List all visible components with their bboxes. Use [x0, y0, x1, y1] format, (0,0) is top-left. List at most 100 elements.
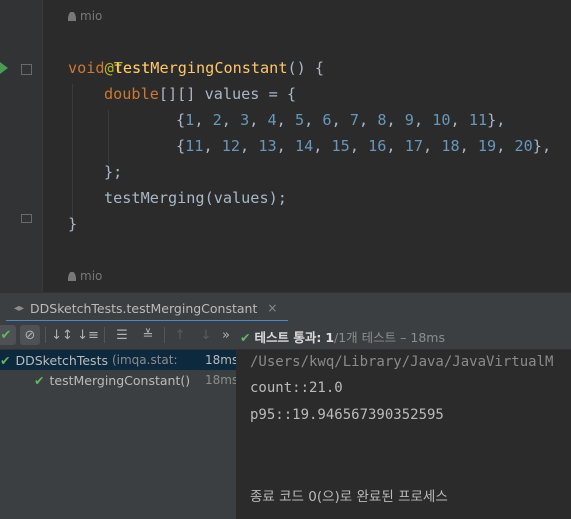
comma: ,	[240, 137, 259, 155]
more-actions-button[interactable]: »	[216, 325, 236, 345]
user-icon	[68, 12, 76, 21]
collapse-all-icon: ≚	[142, 327, 154, 343]
method-signature-tail: () {	[287, 59, 325, 77]
code-line-close-method: }	[68, 211, 77, 237]
check-icon: ✔	[0, 327, 12, 343]
comma: ,	[459, 137, 478, 155]
console-line: count::21.0	[250, 380, 343, 396]
run-tab-bar: ◂▸ DDSketchTests.testMergingConstant ×	[0, 292, 571, 322]
comma: ,	[386, 111, 405, 129]
ignored-icon: ⊘	[24, 327, 36, 343]
number-literal: 12	[221, 137, 241, 155]
number-literal: 4	[267, 111, 277, 129]
comma: ,	[194, 111, 213, 129]
status-total: /1개 테스트	[334, 330, 397, 345]
sort-alpha-icon: ↓↕	[51, 327, 73, 343]
status-count: 1	[325, 330, 335, 345]
code-line-decl: double[][] values = {	[104, 81, 296, 107]
number-literal: 9	[404, 111, 414, 129]
pass-check-icon: ✔	[240, 330, 251, 345]
run-tab-title: DDSketchTests.testMergingConstant	[30, 300, 258, 316]
number-literal: 15	[331, 137, 350, 155]
comma: ,	[221, 111, 241, 129]
prev-failed-button[interactable]: ↑	[170, 325, 190, 345]
indent-guide	[108, 110, 109, 164]
brace: {	[176, 137, 186, 155]
row2-values: 11, 12, 13, 14, 15, 16, 17, 18, 19, 20	[185, 137, 533, 155]
close-icon[interactable]: ×	[267, 301, 277, 315]
tree-root-row[interactable]: ✔ DDSketchTests (imqa.stat: 18ms	[0, 350, 239, 370]
show-ignored-toggle[interactable]: ⊘	[20, 325, 40, 345]
comma: ,	[413, 111, 433, 129]
comma: ,	[203, 137, 222, 155]
call-args: (values);	[204, 189, 287, 207]
code-line-row1: {1, 2, 3, 4, 5, 6, 7, 8, 9, 10, 11},	[176, 107, 505, 133]
pass-check-icon: ✔	[34, 372, 45, 388]
number-literal: 10	[432, 111, 451, 129]
decl-rest: [][] values = {	[158, 85, 297, 103]
expand-all-button[interactable]: ☰	[112, 325, 132, 345]
sort-alpha-button[interactable]: ↓↕	[51, 325, 73, 345]
next-failed-button[interactable]: ↓	[196, 325, 216, 345]
number-literal: 5	[294, 111, 305, 129]
expand-all-icon: ☰	[116, 327, 128, 343]
code-line-row2: {11, 12, 13, 14, 15, 16, 17, 18, 19, 20}…	[176, 133, 551, 159]
sort-duration-button[interactable]: ↓≡	[77, 325, 99, 345]
arrow-up-icon: ↑	[174, 327, 186, 343]
comma: ,	[496, 137, 515, 155]
call-name: testMerging	[104, 189, 205, 207]
close-array: };	[104, 163, 123, 181]
tree-child-row[interactable]: ✔ testMergingConstant() 18ms	[0, 370, 238, 390]
code-line-call: testMerging(values);	[104, 185, 287, 211]
status-label: 테스트 통과:	[254, 330, 322, 345]
number-literal: 2	[212, 111, 222, 129]
collapse-all-button[interactable]: ≚	[138, 325, 158, 345]
number-literal: 1	[185, 111, 195, 129]
number-literal: 19	[477, 137, 497, 155]
number-literal: 7	[349, 111, 360, 129]
number-literal: 13	[258, 137, 277, 155]
gutter-divider	[42, 0, 43, 292]
keyword: void	[68, 59, 105, 77]
code-line-method: void testMergingConstant() {	[68, 55, 324, 81]
console-output[interactable]: /Users/kwq/Library/Java/JavaVirtualM cou…	[237, 350, 571, 519]
run-tab[interactable]: ◂▸ DDSketchTests.testMergingConstant ×	[14, 297, 277, 319]
number-literal: 17	[404, 137, 424, 155]
author-hint[interactable]: mio	[68, 269, 102, 283]
arrow-down-icon: ↓	[200, 327, 212, 343]
show-passed-toggle[interactable]: ✔	[0, 325, 16, 345]
console-exit-message: 종료 코드 0(으)로 완료된 프로세스	[250, 489, 448, 505]
test-status: ✔ 테스트 통과: 1/1개 테스트 – 18ms	[240, 327, 445, 346]
row1-values: 1, 2, 3, 4, 5, 6, 7, 8, 9, 10, 11	[185, 111, 487, 129]
toolbar-separator	[45, 327, 46, 343]
tree-child-label: testMergingConstant()	[49, 372, 191, 388]
type-keyword: double	[104, 85, 159, 103]
sort-duration-icon: ↓≡	[77, 327, 99, 343]
number-literal: 20	[514, 137, 533, 155]
status-time: – 18ms	[400, 330, 445, 345]
editor-gutter	[0, 0, 42, 292]
fold-marker-icon[interactable]	[21, 64, 32, 75]
code-editor[interactable]: mio @Test void testMergingConstant() { d…	[0, 0, 571, 292]
tree-root-label: DDSketchTests	[15, 352, 108, 368]
number-literal: 18	[441, 137, 460, 155]
toolbar-separator	[164, 327, 165, 343]
fold-end-icon[interactable]	[21, 214, 32, 223]
author-hint[interactable]: mio	[68, 9, 102, 23]
chevron-double-right-icon: »	[222, 327, 230, 343]
diamond-arrows-icon: ◂▸	[14, 302, 25, 314]
console-line: p95::19.946567390352595	[250, 407, 444, 423]
number-literal: 6	[322, 111, 332, 129]
code-line-close-array: };	[104, 159, 122, 185]
toolbar-separator	[104, 327, 105, 343]
number-literal: 14	[294, 137, 314, 155]
test-toolbar: ✔ ⊘ ↓↕ ↓≡ ☰ ≚ ↑ ↓ » ✔ 테스트 통과: 1/1개 테스트 –…	[0, 321, 571, 350]
comma: ,	[359, 111, 378, 129]
console-java-path: /Users/kwq/Library/Java/JavaVirtualM	[250, 354, 554, 370]
pass-check-icon: ✔	[0, 352, 11, 368]
comma: ,	[349, 137, 369, 155]
run-test-icon[interactable]	[0, 62, 8, 74]
method-name: testMergingConstant	[113, 59, 288, 77]
comma: ,	[249, 111, 268, 129]
comma: ,	[276, 137, 295, 155]
